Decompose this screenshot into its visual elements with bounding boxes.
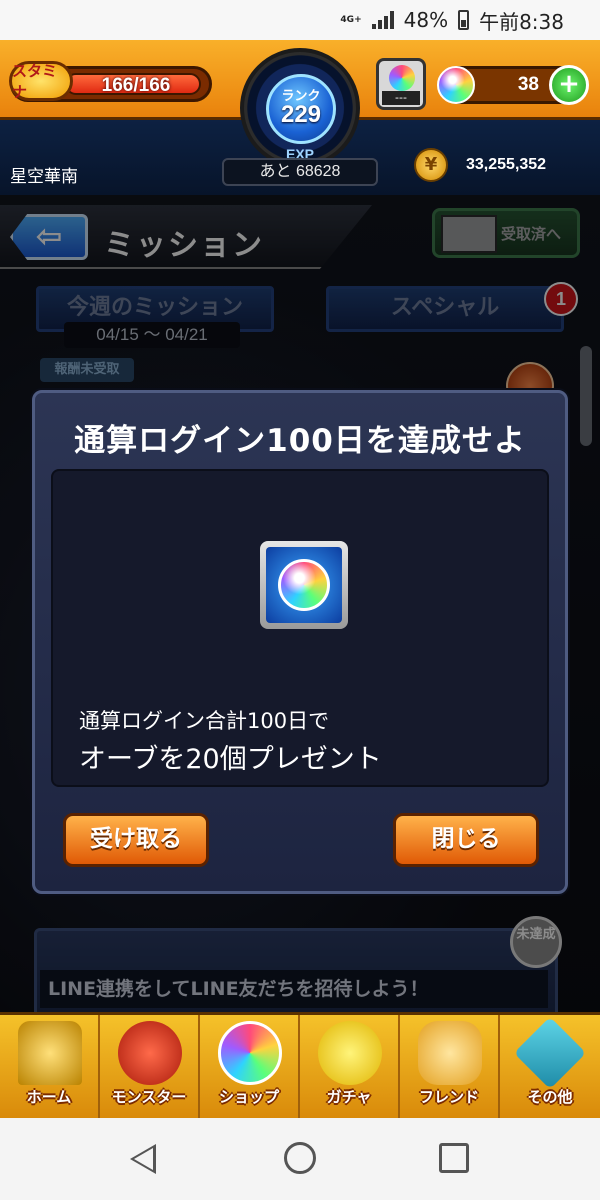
battery-icon	[458, 10, 470, 30]
stamina-value: 166/166	[101, 75, 171, 96]
rank-orb: ランク 229	[266, 74, 336, 144]
orb-icon	[218, 1021, 282, 1085]
nav-other-label: その他	[527, 1088, 573, 1106]
clock: 午前8:38	[479, 9, 564, 34]
nav-other[interactable]: その他	[500, 1015, 600, 1121]
dialog-title: 通算ログイン100日を達成せよ	[74, 423, 526, 459]
exp-remaining: あと 68628	[222, 158, 378, 186]
other-icon	[513, 1016, 587, 1090]
battery-percent: 48%	[403, 8, 449, 32]
gacha-egg-icon	[318, 1021, 382, 1085]
nav-home[interactable]: ホーム	[0, 1015, 100, 1121]
stamina-gauge[interactable]: スタミナ 166/166	[9, 61, 212, 102]
reward-item-bg	[266, 547, 342, 623]
orb-slot-value: ---	[382, 91, 420, 105]
signal-icon	[371, 11, 394, 29]
home-icon	[18, 1021, 82, 1085]
reward-orb-icon	[278, 559, 330, 611]
nav-gacha-label: ガチャ	[326, 1088, 372, 1106]
reward-item-frame	[260, 541, 348, 629]
buy-orbs-button[interactable]: +	[549, 65, 589, 105]
orb-counter[interactable]: 38 +	[437, 65, 589, 105]
network-type: 4G+	[340, 14, 362, 25]
friend-icon	[418, 1021, 482, 1085]
reward-summary: オーブを20個プレゼント	[79, 744, 382, 775]
orb-count: 38	[517, 74, 539, 95]
nav-friend-label: フレンド	[418, 1088, 479, 1106]
dialog-content-panel: 通算ログイン合計100日で オーブを20個プレゼント	[51, 469, 549, 787]
bottom-navigation: ホーム モンスター ショップ ガチャ フレンド その他	[0, 1012, 600, 1121]
nav-gacha[interactable]: ガチャ	[300, 1015, 400, 1121]
orb-slot-icon[interactable]: ---	[376, 58, 426, 110]
gold-coin-icon: ¥	[414, 148, 448, 182]
nav-friend[interactable]: フレンド	[400, 1015, 500, 1121]
mini-orb-icon	[389, 65, 415, 91]
home-circle-icon[interactable]	[284, 1142, 316, 1174]
mission-detail-dialog: 通算ログイン100日を達成せよ 通算ログイン合計100日で オーブを20個プレゼ…	[32, 390, 568, 894]
orb-icon	[437, 66, 475, 104]
rank-value: 229	[280, 101, 322, 128]
nav-monster-label: モンスター	[111, 1088, 187, 1106]
gold-amount: 33,255,352	[466, 156, 547, 173]
system-navigation-bar	[0, 1118, 600, 1200]
nav-shop[interactable]: ショップ	[200, 1015, 300, 1121]
back-triangle-icon[interactable]	[130, 1144, 156, 1174]
player-name: 星空華南	[10, 167, 78, 187]
close-button[interactable]: 閉じる	[393, 813, 539, 867]
monster-icon	[118, 1021, 182, 1085]
reward-description: 通算ログイン合計100日で	[79, 709, 330, 733]
nav-monster[interactable]: モンスター	[100, 1015, 200, 1121]
nav-home-label: ホーム	[26, 1088, 72, 1106]
status-bar: 4G+ 48% 午前8:38	[0, 0, 600, 40]
receive-button[interactable]: 受け取る	[63, 813, 209, 867]
stamina-badge: スタミナ	[9, 61, 73, 101]
nav-shop-label: ショップ	[218, 1088, 279, 1106]
recent-apps-icon[interactable]	[439, 1143, 469, 1173]
